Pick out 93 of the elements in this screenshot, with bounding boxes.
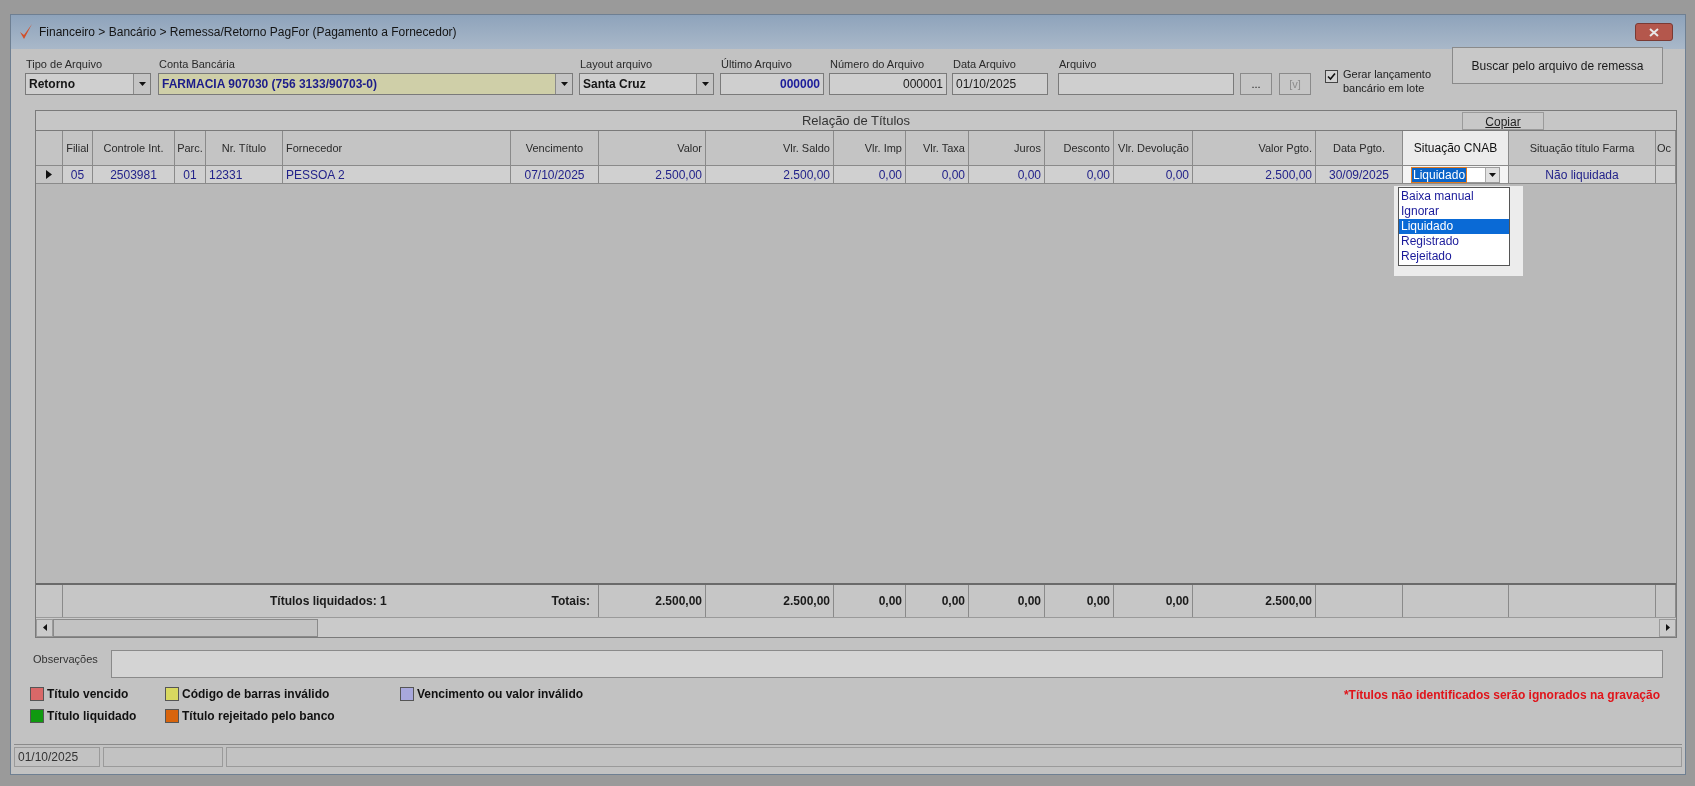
dropdown-option[interactable]: Liquidado [1399,219,1509,234]
table-cell-text: 2.500,00 [1265,166,1312,184]
close-button[interactable] [1635,23,1673,41]
count-label: Títulos liquidados: 1 [270,593,387,610]
dropdown[interactable]: Santa Cruz [579,73,714,95]
total-cell-text: 2.500,00 [783,593,830,610]
column-header[interactable]: Vlr. Devolução [1114,131,1193,165]
column-header[interactable]: Vlr. Taxa [906,131,969,165]
dropdown-option[interactable]: Ignorar [1399,204,1509,219]
column-header[interactable]: Nr. Título [206,131,283,165]
table-row[interactable]: 05 2503981 01 12331 PESSOA 2 07/10/2025 2.500,00 2.500,00 0,00 0,00 0,00 0,00 0,00 2.500,00 30/09/2025 Liquidado Não liquidada [36,166,1676,184]
column-header[interactable]: Situação CNAB [1403,131,1509,165]
column-header[interactable]: Vlr. Saldo [706,131,834,165]
status-date: 01/10/2025 [14,747,100,767]
column-header[interactable]: Data Pgto. [1316,131,1403,165]
table-cell-text: 2.500,00 [783,166,830,184]
dropdown-arrow-icon [138,82,146,86]
column-header[interactable]: Parc. [175,131,206,165]
table-cell-text: 30/09/2025 [1328,166,1390,184]
column-header[interactable]: Oc [1656,131,1676,165]
browse-button[interactable]: ... [1240,73,1272,95]
legend-label: Título rejeitado pelo banco [182,708,335,725]
selected-value: Liquidado [1412,167,1467,182]
legend-label: Código de barras inválido [182,686,330,703]
window-title: Financeiro > Bancário > Remessa/Retorno PagFor (Pagamento a Fornecedor) [39,24,458,41]
dropdown-arrow-icon [560,82,568,86]
column-header[interactable]: Vlr. Imp [834,131,906,165]
table-cell-text: 2503981 [110,166,157,184]
checkmark-logo-icon [19,23,33,41]
table-cell-text: 07/10/2025 [524,166,585,184]
input-field[interactable]: 000001 [829,73,947,95]
legend-label: Título vencido [47,686,129,703]
column-header[interactable]: Situação título Farma [1509,131,1656,165]
total-cell-text: 0,00 [1165,593,1189,610]
scroll-right-icon[interactable] [1665,624,1670,631]
table-cell-text: 0,00 [1086,166,1110,184]
column-header[interactable]: Valor [599,131,706,165]
field-label: Layout arquivo [579,57,654,72]
column-header[interactable]: Controle Int. [93,131,175,165]
dropdown-option[interactable]: Rejeitado [1399,249,1509,264]
close-icon [1649,27,1659,37]
totals-label: Totais: [551,593,590,610]
table-cell-text: 0,00 [941,166,965,184]
table-cell-text: PESSOA 2 [286,166,345,184]
field-label: Tipo de Arquivo [25,57,104,72]
warning-text: *Títulos não identificados serão ignorados na gravação [1343,687,1660,704]
table-cell-text: 01 [183,166,197,184]
cell-dropdown[interactable]: Liquidado [1411,166,1500,183]
column-header[interactable]: Filial [63,131,93,165]
copy-button[interactable]: Copiar [1462,112,1544,130]
table-cell-text: 12331 [209,166,243,184]
field-label: Data Arquivo [952,57,1017,72]
dropdown-option[interactable]: Baixa manual [1399,189,1509,204]
field-label: Conta Bancária [158,57,236,72]
total-cell-text: 0,00 [1086,593,1110,610]
column-header[interactable]: Fornecedor [283,131,511,165]
checkbox[interactable] [1325,70,1338,83]
column-header[interactable]: Vencimento [511,131,599,165]
notes-field[interactable] [111,650,1663,678]
notes-label: Observações [33,652,99,667]
grid-title: Relação de Títulos [801,111,911,130]
input-field[interactable]: 01/10/2025 [952,73,1048,95]
input-field[interactable]: 000000 [720,73,824,95]
field-label: Arquivo [1058,57,1098,72]
legend-label: Vencimento ou valor inválido [417,686,584,703]
dropdown-arrow-icon [1489,172,1496,177]
total-cell-text: 0,00 [941,593,965,610]
scroll-left-icon[interactable] [42,624,47,631]
table-cell-text: 0,00 [1017,166,1041,184]
input-field[interactable] [1058,73,1234,95]
table-cell-text: 0,00 [1165,166,1189,184]
dropdown[interactable]: FARMACIA 907030 (756 3133/90703-0) [158,73,573,95]
scrollbar-thumb[interactable] [53,618,318,637]
dropdown-arrow-icon [701,82,709,86]
table-cell-text: Não liquidada [1545,166,1619,184]
total-cell-text: 0,00 [878,593,902,610]
total-cell-text: 2.500,00 [1265,593,1312,610]
checkbox-label: Gerar lançamento bancário em lote [1343,67,1433,95]
column-header[interactable]: Valor Pgto. [1193,131,1316,165]
legend-label: Título liquidado [47,708,137,725]
field-label: Último Arquivo [720,57,793,72]
table-cell-text: 2.500,00 [655,166,702,184]
total-cell-text: 0,00 [1017,593,1041,610]
dropdown[interactable]: Retorno [25,73,151,95]
search-button[interactable]: Buscar pelo arquivo de remessa [1452,47,1663,84]
column-header[interactable]: Juros [969,131,1045,165]
column-header[interactable]: Desconto [1045,131,1114,165]
table-cell-text: 0,00 [878,166,902,184]
table-cell-text: 05 [70,166,85,184]
dropdown-option[interactable]: Registrado [1399,234,1509,249]
total-cell-text: 2.500,00 [655,593,702,610]
field-label: Número do Arquivo [829,57,926,72]
horizontal-scrollbar[interactable] [36,617,1676,637]
